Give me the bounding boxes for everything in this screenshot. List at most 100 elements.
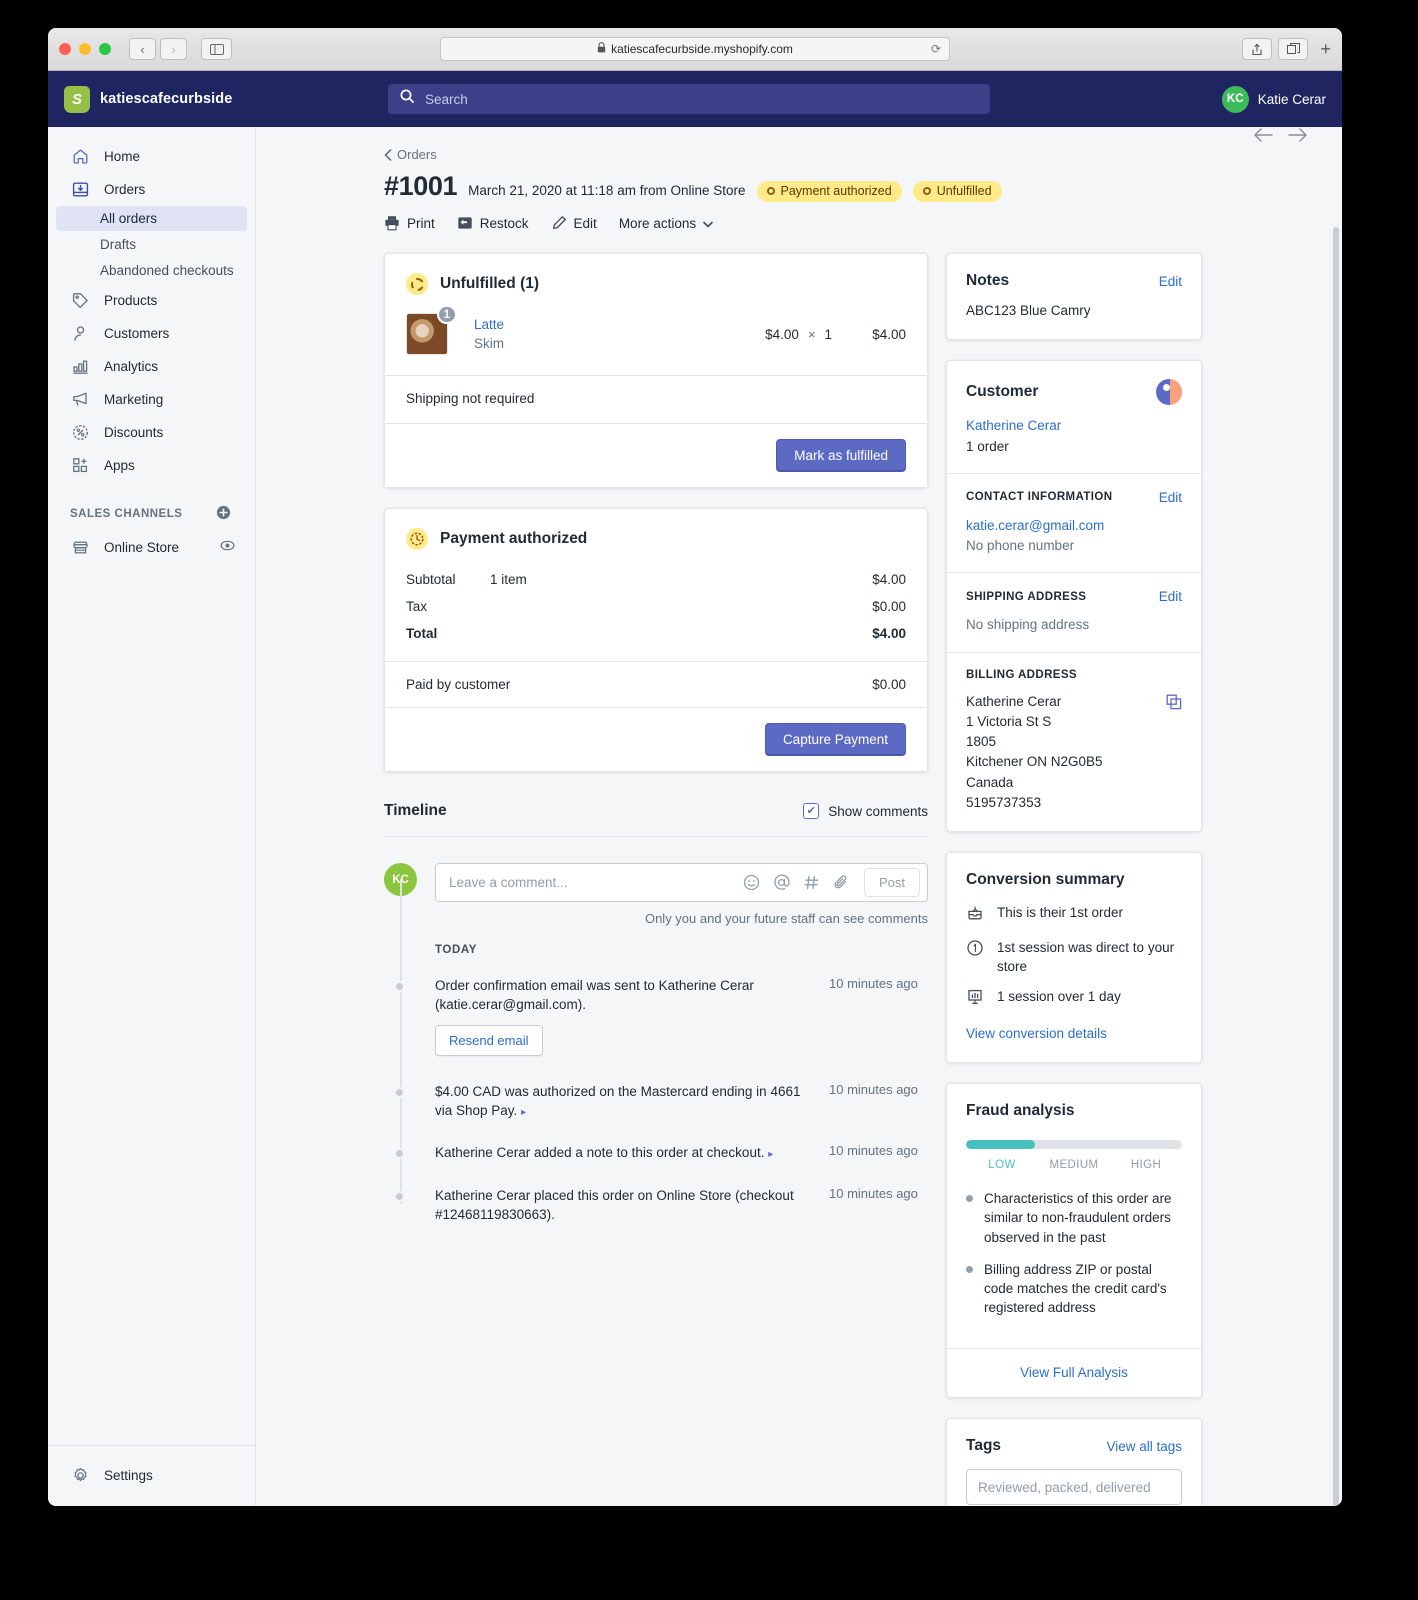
sidebar-item-home[interactable]: Home — [56, 140, 247, 172]
first-order-icon — [966, 903, 985, 928]
sidebar-settings-row[interactable]: Settings — [48, 1445, 255, 1506]
money-amount: $4.00 — [872, 626, 906, 641]
more-actions-button[interactable]: More actions — [619, 216, 713, 231]
chevron-down-icon — [703, 216, 713, 231]
product-variant: Skim — [474, 336, 504, 351]
maximize-window-button[interactable] — [99, 43, 111, 55]
sidebar-item-label: Settings — [104, 1467, 153, 1483]
status-dot-icon — [766, 187, 775, 195]
line-quantity: 1 — [824, 326, 832, 342]
window-controls[interactable] — [59, 43, 111, 55]
sidebar-subitem-abandoned-checkouts[interactable]: Abandoned checkouts — [56, 258, 247, 283]
tags-input[interactable] — [966, 1469, 1182, 1506]
global-search[interactable] — [388, 84, 990, 114]
contact-information-heading: CONTACT INFORMATION — [966, 491, 1113, 504]
reload-icon[interactable]: ⟳ — [931, 42, 941, 56]
expand-caret-icon[interactable]: ▸ — [521, 1107, 526, 1118]
plus-circle-icon[interactable] — [216, 505, 231, 523]
store-icon — [70, 537, 90, 557]
orders-icon — [70, 179, 90, 199]
view-full-analysis-link[interactable]: View Full Analysis — [1020, 1365, 1128, 1380]
show-comments-toggle[interactable]: ✔ Show comments — [803, 803, 928, 819]
bar-chart-icon — [70, 356, 90, 376]
search-input[interactable] — [425, 91, 978, 107]
order-pagination[interactable] — [1253, 127, 1308, 148]
brand-area[interactable]: S katiescafecurbside — [64, 85, 260, 113]
post-comment-button[interactable]: Post — [863, 868, 920, 897]
action-label: Print — [407, 215, 435, 231]
attachment-icon[interactable] — [828, 869, 856, 897]
user-menu[interactable]: KC Katie Cerar — [1221, 85, 1326, 113]
close-window-button[interactable] — [59, 43, 71, 55]
edit-button[interactable]: Edit — [551, 215, 597, 231]
line-total: $4.00 — [872, 326, 906, 342]
paid-label: Paid by customer — [406, 677, 511, 692]
share-icon[interactable] — [1242, 38, 1273, 60]
view-all-tags-link[interactable]: View all tags — [1106, 1439, 1182, 1454]
hashtag-icon[interactable] — [798, 869, 826, 897]
money-amount: $4.00 — [872, 572, 906, 587]
expand-caret-icon[interactable]: ▸ — [768, 1149, 773, 1160]
mention-icon[interactable] — [768, 869, 796, 897]
arrow-right-icon[interactable] — [1288, 127, 1308, 148]
minimize-window-button[interactable] — [79, 43, 91, 55]
money-sub: 1 item — [490, 572, 527, 587]
conversion-text: This is their 1st order — [997, 905, 1124, 920]
timeline-event: Order confirmation email was sent to Kat… — [394, 976, 928, 1057]
sidebar-item-products[interactable]: Products — [56, 284, 247, 316]
fraud-level-medium: MEDIUM — [1049, 1159, 1099, 1172]
eye-icon[interactable] — [220, 538, 235, 556]
status-dot-icon — [922, 187, 931, 195]
notes-edit-link[interactable]: Edit — [1159, 274, 1182, 289]
contact-edit-link[interactable]: Edit — [1159, 490, 1182, 505]
sidebar-toggle-icon[interactable] — [201, 38, 232, 60]
capture-payment-button[interactable]: Capture Payment — [764, 723, 906, 756]
conversion-row: 1st session was direct to your store — [966, 938, 1182, 976]
timeline-dot-icon — [394, 1087, 405, 1099]
product-name-link[interactable]: Latte — [474, 317, 504, 332]
mark-as-fulfilled-button[interactable]: Mark as fulfilled — [776, 439, 906, 472]
shipping-edit-link[interactable]: Edit — [1159, 589, 1182, 604]
action-label: More actions — [618, 215, 697, 231]
sidebar-subitem-drafts[interactable]: Drafts — [56, 232, 247, 257]
sidebar-item-discounts[interactable]: Discounts — [56, 416, 247, 448]
fraud-risk-fill — [966, 1140, 1036, 1150]
copy-icon[interactable] — [1166, 692, 1182, 716]
new-tab-button[interactable]: + — [1320, 39, 1331, 60]
arrow-left-icon[interactable] — [1253, 127, 1273, 148]
main-content: Orders #1001 March 21, 2020 at 11:18 am … — [256, 127, 1342, 1506]
status-badge: Unfulfilled — [912, 181, 1002, 202]
url-bar[interactable]: katiescafecurbside.myshopify.com ⟳ — [440, 37, 950, 61]
sidebar-subitem-all-orders[interactable]: All orders — [56, 206, 247, 231]
browser-back-button[interactable]: ‹ — [129, 38, 156, 60]
customer-title: Customer — [966, 383, 1039, 401]
comment-input[interactable]: Leave a comment... — [449, 875, 736, 890]
billing-address-block: Katherine Cerar 1 Victoria St S 1805 Kit… — [966, 692, 1103, 814]
checkbox-icon[interactable]: ✔ — [803, 803, 820, 819]
customer-name-link[interactable]: Katherine Cerar — [966, 416, 1182, 436]
sidebar-item-orders[interactable]: Orders — [56, 173, 247, 205]
emoji-icon[interactable] — [738, 869, 766, 897]
shipping-note: Shipping not required — [406, 391, 535, 406]
scrollbar[interactable] — [1333, 227, 1339, 1506]
sidebar-item-analytics[interactable]: Analytics — [56, 350, 247, 382]
restock-button[interactable]: Restock — [457, 215, 529, 231]
sidebar-item-customers[interactable]: Customers — [56, 317, 247, 349]
tab-overview-icon[interactable] — [1278, 38, 1309, 60]
print-button[interactable]: Print — [384, 215, 435, 231]
sidebar-item-online-store[interactable]: Online Store — [56, 531, 247, 563]
breadcrumb[interactable]: Orders — [384, 147, 1199, 162]
sidebar-item-settings[interactable]: Settings — [56, 1459, 247, 1491]
resend-email-button[interactable]: Resend email — [435, 1025, 543, 1057]
sidebar-item-apps[interactable]: Apps — [56, 449, 247, 481]
show-comments-label: Show comments — [828, 803, 928, 819]
status-badge-label: Payment authorized — [780, 184, 892, 198]
sidebar-item-marketing[interactable]: Marketing — [56, 383, 247, 415]
fraud-item: Characteristics of this order are simila… — [966, 1189, 1182, 1246]
customer-email-link[interactable]: katie.cerar@gmail.com — [966, 516, 1182, 536]
money-row-total: Total $4.00 — [406, 620, 906, 647]
comment-composer[interactable]: Leave a comment... Post — [435, 863, 928, 902]
browser-forward-button[interactable]: › — [160, 38, 187, 60]
view-conversion-details-link[interactable]: View conversion details — [966, 1024, 1182, 1044]
money-label: Subtotal — [406, 572, 456, 587]
